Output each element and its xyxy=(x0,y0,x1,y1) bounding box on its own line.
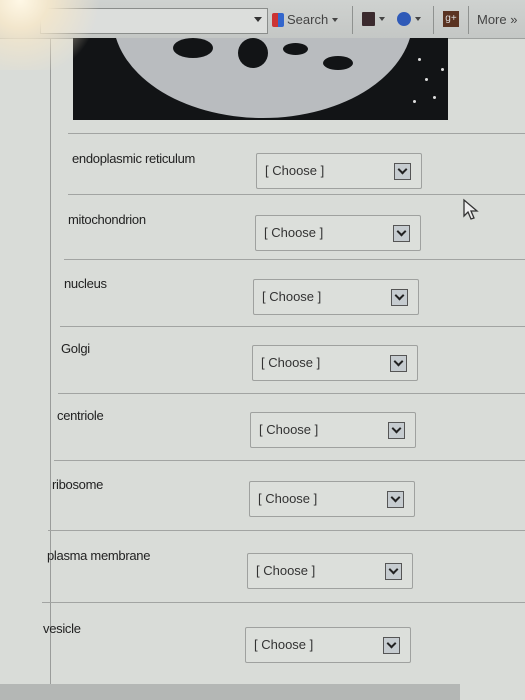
extensions-button[interactable] xyxy=(397,12,421,26)
mouse-cursor-icon xyxy=(463,198,479,220)
term-label: Golgi xyxy=(61,341,90,356)
chevron-down-icon[interactable] xyxy=(415,17,421,21)
row-divider xyxy=(54,460,525,461)
chevron-down-icon[interactable] xyxy=(379,17,385,21)
search-dropdown-icon[interactable] xyxy=(254,17,262,22)
chevron-down-icon[interactable] xyxy=(394,163,411,180)
cell-diagram-image xyxy=(73,38,448,120)
chevron-down-icon[interactable] xyxy=(390,355,407,372)
term-label: plasma membrane xyxy=(47,548,151,563)
row-divider xyxy=(42,602,525,603)
save-icon xyxy=(362,12,375,26)
match-select[interactable]: [ Choose ] xyxy=(253,279,419,315)
term-label: vesicle xyxy=(43,621,81,636)
chevron-down-icon[interactable] xyxy=(391,289,408,306)
match-select[interactable]: [ Choose ] xyxy=(255,215,421,251)
match-select[interactable]: [ Choose ] xyxy=(250,412,416,448)
chevron-down-icon[interactable] xyxy=(388,422,405,439)
browser-toolbar: Search g+ More » xyxy=(0,0,525,39)
toolbar-divider xyxy=(433,6,434,34)
search-label: Search xyxy=(287,12,329,27)
row-divider xyxy=(58,393,525,394)
row-divider xyxy=(60,326,525,327)
match-select[interactable]: [ Choose ] xyxy=(256,153,422,189)
page-footer-bar xyxy=(0,684,460,700)
select-value: [ Choose ] xyxy=(259,422,319,437)
chevron-down-icon[interactable] xyxy=(393,225,410,242)
toolbar-divider xyxy=(352,6,353,34)
search-button[interactable]: Search xyxy=(272,12,339,27)
term-label: nucleus xyxy=(64,276,107,291)
match-select[interactable]: [ Choose ] xyxy=(247,553,413,589)
match-select[interactable]: [ Choose ] xyxy=(249,481,415,517)
select-value: [ Choose ] xyxy=(264,225,324,240)
google-search-icon xyxy=(272,12,284,27)
row-divider xyxy=(68,194,525,195)
select-value: [ Choose ] xyxy=(262,289,322,304)
more-label: More » xyxy=(477,12,518,27)
select-value: [ Choose ] xyxy=(254,637,314,652)
select-value: [ Choose ] xyxy=(261,355,321,370)
google-plus-button[interactable]: g+ xyxy=(443,11,459,27)
chevron-down-icon[interactable] xyxy=(385,563,402,580)
match-select[interactable]: [ Choose ] xyxy=(245,627,411,663)
chevron-down-icon[interactable] xyxy=(332,17,339,22)
toolbar-search-input[interactable] xyxy=(40,8,268,34)
row-divider xyxy=(64,259,525,260)
term-label: endoplasmic reticulum xyxy=(72,151,196,166)
row-divider xyxy=(68,133,525,134)
select-value: [ Choose ] xyxy=(258,491,318,506)
term-label: mitochondrion xyxy=(68,212,146,227)
term-label: ribosome xyxy=(52,477,104,492)
term-label: centriole xyxy=(57,408,104,423)
match-select[interactable]: [ Choose ] xyxy=(252,345,418,381)
puzzle-icon xyxy=(397,12,411,26)
chevron-down-icon[interactable] xyxy=(383,637,400,654)
chevron-down-icon[interactable] xyxy=(387,491,404,508)
toolbar-divider xyxy=(468,6,469,34)
select-value: [ Choose ] xyxy=(256,563,316,578)
select-value: [ Choose ] xyxy=(265,163,325,178)
google-plus-icon: g+ xyxy=(443,11,459,27)
more-button[interactable]: More » xyxy=(477,12,517,27)
row-divider xyxy=(48,530,525,531)
save-button[interactable] xyxy=(362,12,385,26)
